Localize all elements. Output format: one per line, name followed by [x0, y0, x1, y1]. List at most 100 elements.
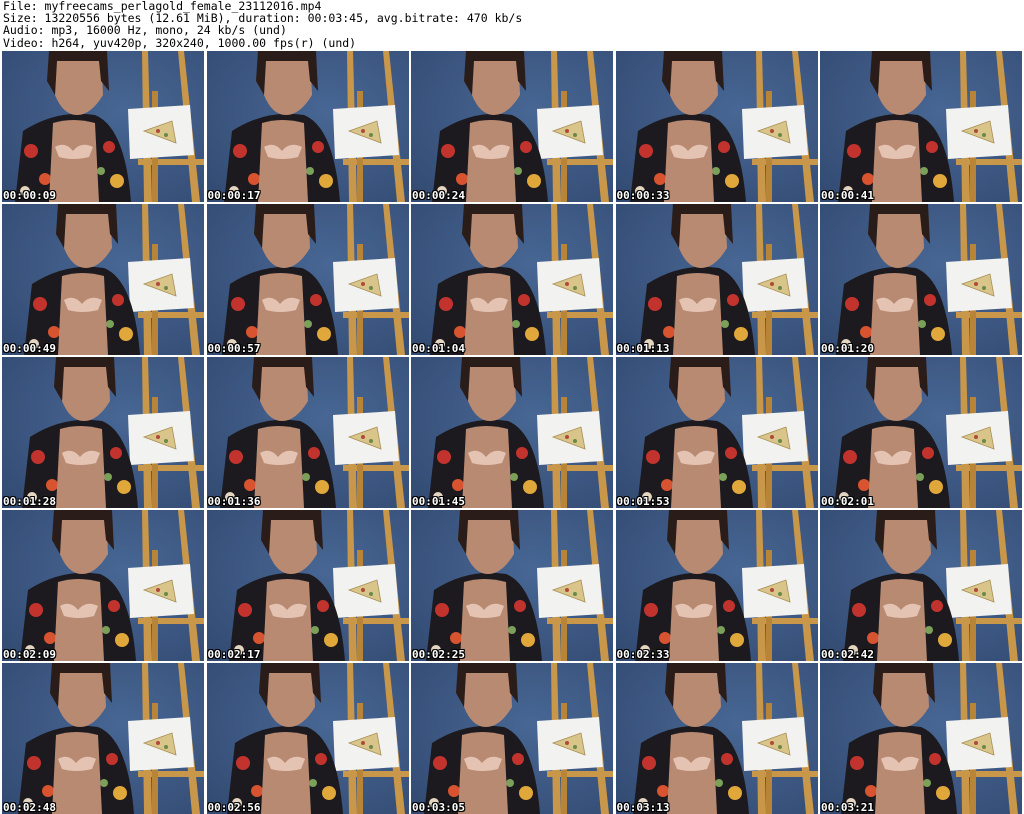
- canvas-drawing: [332, 564, 399, 618]
- frame-thumbnail[interactable]: 00:02:56: [206, 663, 409, 814]
- frame-thumbnail[interactable]: 00:01:13: [615, 204, 818, 355]
- canvas-drawing: [332, 258, 399, 312]
- frame-image: [2, 204, 204, 355]
- frame-timestamp: 00:03:21: [821, 801, 874, 814]
- frame-timestamp: 00:00:57: [207, 342, 261, 355]
- frame-image: [411, 357, 613, 508]
- frame-image: [411, 51, 613, 202]
- video-info-line: Video: h264, yuv420p, 320x240, 1000.00 f…: [3, 35, 357, 50]
- file-info-header: File: myfreecams_perlagold_female_231120…: [3, 0, 522, 49]
- canvas-drawing: [537, 105, 603, 159]
- frame-thumbnail[interactable]: 00:02:17: [206, 510, 409, 661]
- frame-image: [2, 357, 204, 508]
- frame-image: [820, 357, 1022, 508]
- canvas-drawing: [741, 258, 808, 312]
- frame-timestamp: 00:02:01: [821, 495, 874, 508]
- frame-timestamp: 00:00:49: [3, 342, 56, 355]
- frame-thumbnail[interactable]: 00:00:49: [2, 204, 204, 355]
- frame-image: [411, 204, 613, 355]
- canvas-drawing: [741, 105, 808, 159]
- frame-image: [615, 51, 818, 202]
- frame-timestamp: 00:01:13: [616, 342, 670, 355]
- frame-thumbnail[interactable]: 00:02:48: [2, 663, 204, 814]
- frame-thumbnail[interactable]: 00:01:20: [820, 204, 1022, 355]
- frame-image: [411, 510, 613, 661]
- frame-thumbnail[interactable]: 00:03:05: [411, 663, 613, 814]
- frame-timestamp: 00:01:53: [616, 495, 670, 508]
- canvas-drawing: [128, 564, 194, 618]
- canvas-drawing: [946, 564, 1012, 618]
- frame-timestamp: 00:01:45: [412, 495, 465, 508]
- frame-image: [615, 357, 818, 508]
- frame-image: [820, 510, 1022, 661]
- frame-thumbnail[interactable]: 00:00:57: [206, 204, 409, 355]
- canvas-drawing: [537, 717, 603, 771]
- frame-image: [615, 663, 818, 814]
- canvas-drawing: [946, 411, 1012, 465]
- frame-timestamp: 00:03:05: [412, 801, 465, 814]
- frame-image: [820, 51, 1022, 202]
- frame-thumbnail[interactable]: 00:00:33: [615, 51, 818, 202]
- frame-image: [615, 510, 818, 661]
- frame-image: [615, 204, 818, 355]
- frame-image: [411, 663, 613, 814]
- frame-image: [206, 51, 409, 202]
- frame-timestamp: 00:00:24: [412, 189, 465, 202]
- frame-thumbnail[interactable]: 00:03:13: [615, 663, 818, 814]
- frame-timestamp: 00:01:36: [207, 495, 261, 508]
- frame-timestamp: 00:03:13: [616, 801, 670, 814]
- frame-thumbnail[interactable]: 00:01:28: [2, 357, 204, 508]
- frame-timestamp: 00:02:17: [207, 648, 261, 661]
- frame-thumbnail[interactable]: 00:00:17: [206, 51, 409, 202]
- frame-thumbnail[interactable]: 00:02:33: [615, 510, 818, 661]
- frame-thumbnail[interactable]: 00:00:09: [2, 51, 204, 202]
- frame-image: [206, 510, 409, 661]
- frame-timestamp: 00:02:56: [207, 801, 261, 814]
- frame-image: [820, 204, 1022, 355]
- canvas-drawing: [332, 717, 399, 771]
- canvas-drawing: [128, 258, 194, 312]
- frame-timestamp: 00:01:20: [821, 342, 874, 355]
- canvas-drawing: [946, 717, 1012, 771]
- frame-image: [2, 663, 204, 814]
- frame-timestamp: 00:00:41: [821, 189, 874, 202]
- frame-thumbnail[interactable]: 00:01:53: [615, 357, 818, 508]
- canvas-drawing: [332, 105, 399, 159]
- frame-thumbnail[interactable]: 00:02:25: [411, 510, 613, 661]
- canvas-drawing: [128, 717, 194, 771]
- frame-thumbnail[interactable]: 00:01:04: [411, 204, 613, 355]
- frame-timestamp: 00:01:04: [412, 342, 465, 355]
- frame-timestamp: 00:00:33: [616, 189, 670, 202]
- canvas-drawing: [741, 717, 808, 771]
- canvas-drawing: [946, 105, 1012, 159]
- frame-image: [2, 51, 204, 202]
- canvas-drawing: [537, 258, 603, 312]
- frame-timestamp: 00:00:09: [3, 189, 56, 202]
- frame-thumbnail[interactable]: 00:00:24: [411, 51, 613, 202]
- frame-image: [820, 663, 1022, 814]
- canvas-drawing: [332, 411, 399, 465]
- canvas-drawing: [537, 411, 603, 465]
- frame-thumbnail[interactable]: 00:00:41: [820, 51, 1022, 202]
- frame-timestamp: 00:02:09: [3, 648, 56, 661]
- frame-timestamp: 00:01:28: [3, 495, 56, 508]
- frame-thumbnail[interactable]: 00:01:45: [411, 357, 613, 508]
- canvas-drawing: [946, 258, 1012, 312]
- frame-timestamp: 00:02:33: [616, 648, 670, 661]
- frame-image: [206, 357, 409, 508]
- frame-thumbnail[interactable]: 00:01:36: [206, 357, 409, 508]
- frame-timestamp: 00:00:17: [207, 189, 261, 202]
- canvas-drawing: [537, 564, 603, 618]
- frame-timestamp: 00:02:48: [3, 801, 56, 814]
- canvas-drawing: [128, 105, 194, 159]
- frame-thumbnail[interactable]: 00:02:09: [2, 510, 204, 661]
- audio-info-line: Audio: mp3, 16000 Hz, mono, 24 kb/s (und…: [3, 23, 287, 38]
- frame-timestamp: 00:02:25: [412, 648, 465, 661]
- frame-thumbnail[interactable]: 00:03:21: [820, 663, 1022, 814]
- thumbnail-grid: 00:00:09 00:00:17 00:00:24 00:00:33 00:0…: [2, 51, 1022, 814]
- frame-thumbnail[interactable]: 00:02:42: [820, 510, 1022, 661]
- canvas-drawing: [741, 411, 808, 465]
- canvas-drawing: [128, 411, 194, 465]
- frame-thumbnail[interactable]: 00:02:01: [820, 357, 1022, 508]
- frame-image: [206, 204, 409, 355]
